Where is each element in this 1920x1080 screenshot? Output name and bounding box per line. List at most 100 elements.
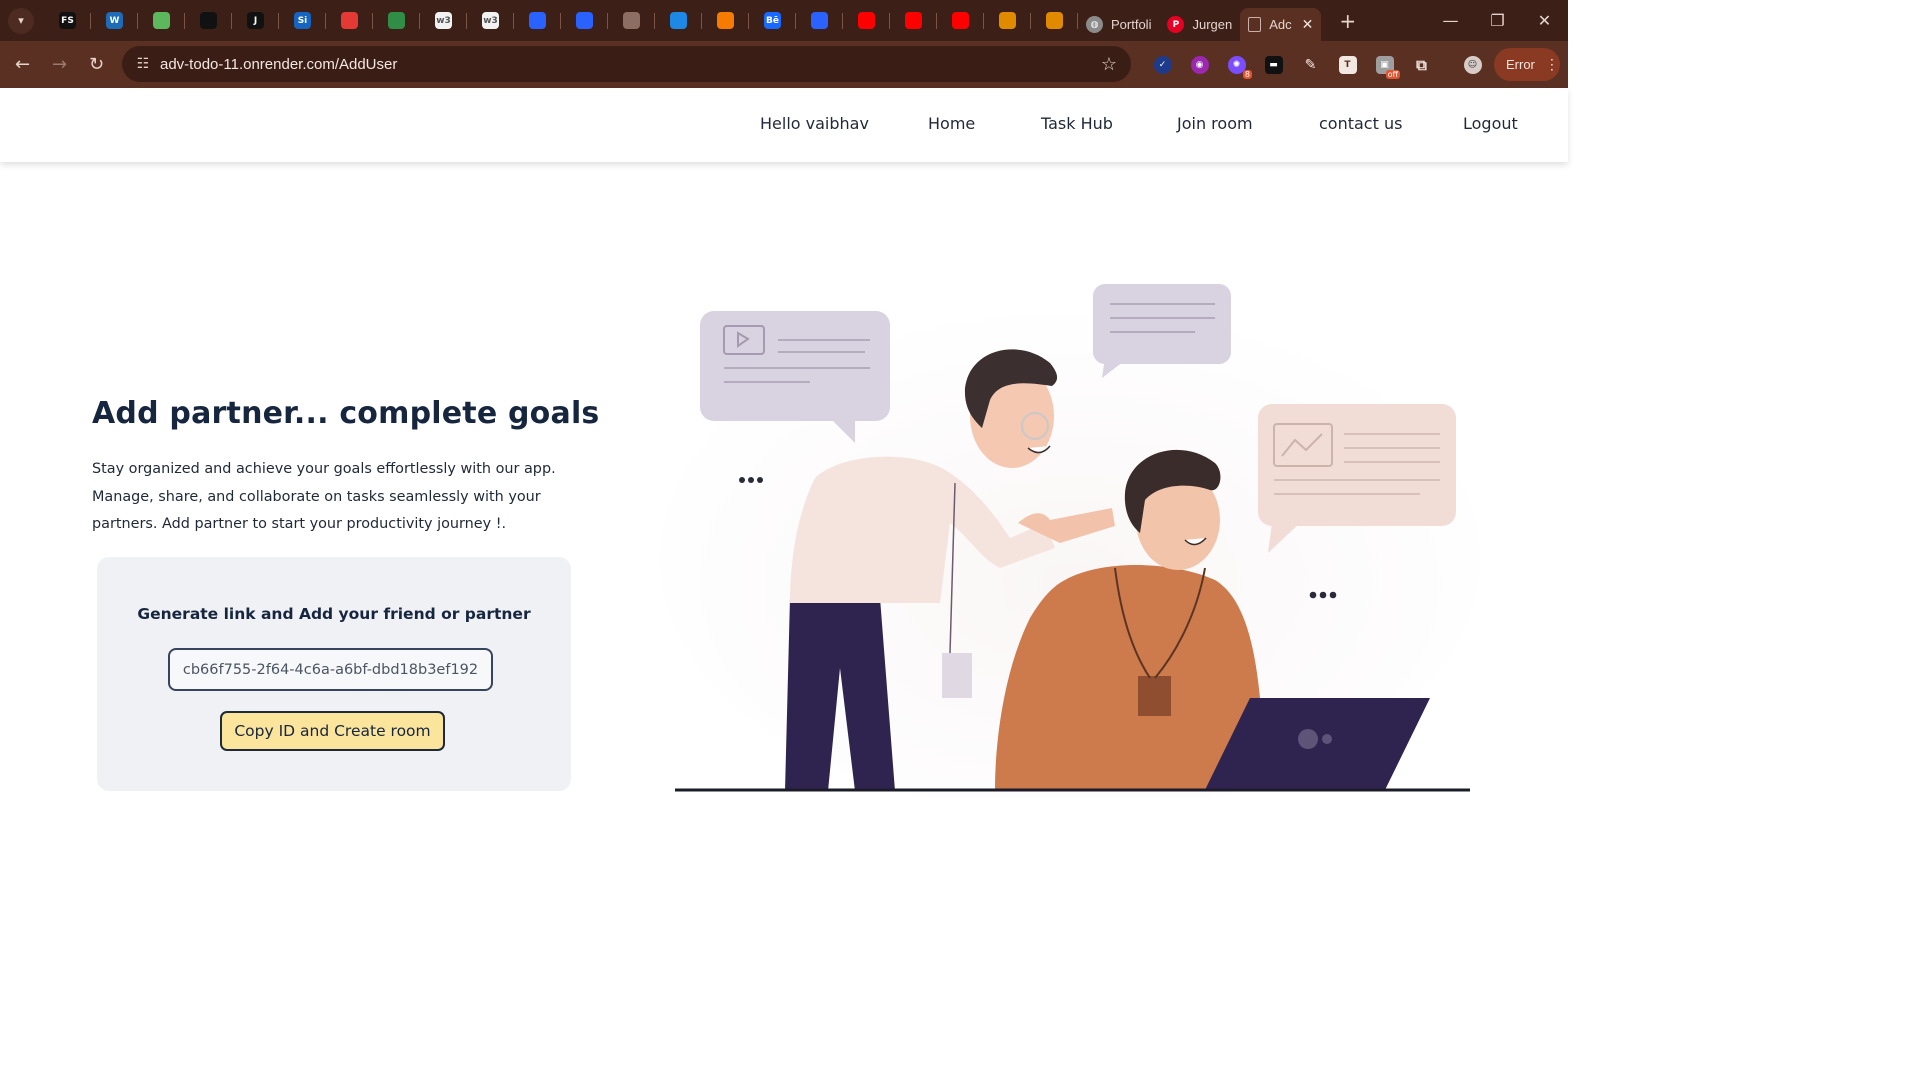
tab-label: Adc: [1269, 17, 1292, 32]
pinned-tab[interactable]: J: [232, 0, 279, 41]
oracle-icon: [341, 12, 358, 29]
nav-join-room[interactable]: Join room: [1177, 114, 1253, 133]
screen-extension-icon[interactable]: ▬: [1255, 46, 1292, 83]
w3schools-icon: w3: [482, 12, 499, 29]
w-logo-icon: W: [106, 12, 123, 29]
colorzilla-icon[interactable]: ◉: [1181, 46, 1218, 83]
tab-search-button[interactable]: ▾: [8, 7, 34, 34]
close-tab-icon[interactable]: ✕: [1302, 16, 1314, 33]
text-chat-bubble: [1093, 284, 1231, 378]
pinned-tab[interactable]: [138, 0, 185, 41]
rupee-icon: [576, 12, 593, 29]
nav-task-hub[interactable]: Task Hub: [1041, 114, 1113, 133]
profile-avatar-icon[interactable]: ☺: [1454, 46, 1491, 83]
error-status-button[interactable]: Error ⋮: [1494, 48, 1560, 81]
globe-logo-icon: [670, 12, 687, 29]
address-bar[interactable]: ☷ adv-todo-11.onrender.com/AddUser ☆: [122, 46, 1131, 82]
page-content: Hello vaibhav Home Task Hub Join room co…: [0, 88, 1568, 882]
tab-label: Portfoli: [1111, 17, 1152, 32]
hero-description: Stay organized and achieve your goals ef…: [92, 461, 556, 532]
window-controls: — ❐ ✕: [1427, 0, 1568, 41]
youtube-icon: [952, 12, 969, 29]
nav-logout[interactable]: Logout: [1463, 114, 1518, 133]
pinned-tab[interactable]: [561, 0, 608, 41]
pinned-tab[interactable]: [1031, 0, 1078, 41]
play-circle-icon: [811, 12, 828, 29]
page-icon: [1248, 17, 1262, 32]
network-icon: [623, 12, 640, 29]
pinned-tab[interactable]: Bē: [749, 0, 796, 41]
youtube-icon: [905, 12, 922, 29]
pinned-tab[interactable]: W: [91, 0, 138, 41]
figure-icon: [1046, 12, 1063, 29]
url-text[interactable]: adv-todo-11.onrender.com/AddUser: [160, 56, 397, 73]
youtube-icon: [858, 12, 875, 29]
pinned-tab[interactable]: [514, 0, 561, 41]
w3schools-icon: w3: [435, 12, 452, 29]
pinned-tab[interactable]: [984, 0, 1031, 41]
gfg-icon: [388, 12, 405, 29]
j-logo-icon: J: [247, 12, 264, 29]
pinned-tab[interactable]: [937, 0, 984, 41]
error-label: Error: [1506, 57, 1535, 72]
pinned-tab[interactable]: [702, 0, 749, 41]
pinned-tab[interactable]: w3: [467, 0, 514, 41]
puzzle-extensions-icon[interactable]: ⧉: [1403, 46, 1440, 83]
green-logo-icon: [153, 12, 170, 29]
tab-label: Jurgen: [1192, 17, 1233, 32]
eyedropper-icon[interactable]: ✎: [1292, 46, 1329, 83]
notification-extension-icon[interactable]: ✺ 8: [1218, 46, 1255, 83]
nav-greeting: Hello vaibhav: [760, 114, 869, 133]
pinned-tab[interactable]: [843, 0, 890, 41]
reload-icon[interactable]: ↻: [78, 46, 115, 83]
behance-icon: Bē: [764, 12, 781, 29]
page-headline: Add partner... complete goals: [92, 396, 600, 431]
room-id-field[interactable]: [168, 648, 493, 691]
close-window-icon[interactable]: ✕: [1521, 0, 1568, 41]
pinned-tab[interactable]: [326, 0, 373, 41]
pinned-tab[interactable]: [890, 0, 937, 41]
pinned-tabs: FS W J Si w3 w3 Bē: [44, 0, 1078, 41]
pinned-tab[interactable]: [608, 0, 655, 41]
pinned-tab[interactable]: Si: [279, 0, 326, 41]
toggle-extension-icon[interactable]: ▣ off: [1366, 46, 1403, 83]
add-partner-card: Generate link and Add your friend or par…: [97, 557, 571, 791]
collaboration-illustration: [660, 284, 1480, 798]
tab-jurgen[interactable]: P Jurgen: [1159, 8, 1240, 41]
extensions-bar: ✓ ◉ ✺ 8 ▬ ✎ T ▣ off ⧉ ☺: [1144, 41, 1491, 88]
pinned-tab[interactable]: w3: [420, 0, 467, 41]
nav-home[interactable]: Home: [928, 114, 975, 133]
minimize-icon[interactable]: —: [1427, 0, 1474, 41]
off-badge: off: [1385, 70, 1400, 79]
pinned-tab[interactable]: [185, 0, 232, 41]
copy-id-create-room-button[interactable]: Copy ID and Create room: [220, 711, 445, 751]
pinterest-icon: P: [1167, 16, 1185, 33]
clock-icon: [200, 12, 217, 29]
forward-icon[interactable]: →: [41, 46, 78, 83]
pinned-tab[interactable]: [655, 0, 702, 41]
notification-badge: 8: [1242, 70, 1252, 79]
nav-contact-us[interactable]: contact us: [1319, 114, 1402, 133]
check-extension-icon[interactable]: ✓: [1144, 46, 1181, 83]
back-icon[interactable]: ←: [4, 46, 41, 83]
tab-add-user[interactable]: Adc ✕: [1240, 8, 1322, 41]
new-tab-button[interactable]: +: [1339, 9, 1356, 33]
rupee-icon: [529, 12, 546, 29]
kebab-menu-icon[interactable]: ⋮: [1545, 56, 1559, 73]
sketch-icon: [717, 12, 734, 29]
bookmark-star-icon[interactable]: ☆: [1101, 54, 1117, 75]
browser-toolbar: ← → ↻ ☷ adv-todo-11.onrender.com/AddUser…: [0, 41, 1568, 88]
pinned-tab[interactable]: FS: [44, 0, 91, 41]
fs-icon: FS: [59, 12, 76, 29]
site-info-icon[interactable]: ☷: [130, 56, 156, 72]
tab-portfolio[interactable]: ◍ Portfoli: [1078, 8, 1159, 41]
restore-icon[interactable]: ❐: [1474, 0, 1521, 41]
card-title: Generate link and Add your friend or par…: [137, 605, 531, 623]
pinned-tab[interactable]: [796, 0, 843, 41]
figure-icon: [999, 12, 1016, 29]
browser-tab-bar: ▾ FS W J Si w3 w3 Bē ◍ Portfoli P Jurgen Adc ✕…: [0, 0, 1568, 41]
pinned-tab[interactable]: [373, 0, 420, 41]
globe-icon: ◍: [1086, 16, 1103, 33]
notes-extension-icon[interactable]: T: [1329, 46, 1366, 83]
site-navbar: Hello vaibhav Home Task Hub Join room co…: [0, 88, 1568, 162]
